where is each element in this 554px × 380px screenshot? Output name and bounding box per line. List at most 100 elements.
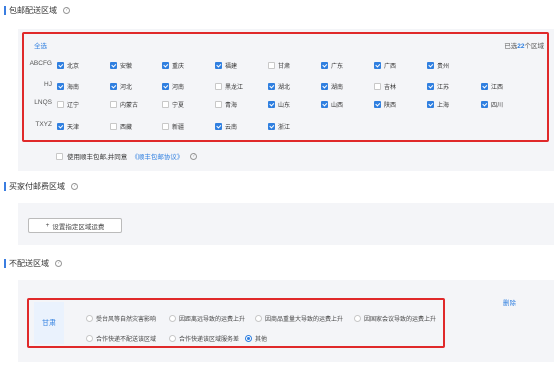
region-option[interactable]: 重庆 <box>162 61 184 70</box>
region-option[interactable]: 陕西 <box>374 100 396 109</box>
region-checkbox[interactable] <box>57 101 64 108</box>
reason-radio[interactable] <box>169 315 176 322</box>
region-option[interactable]: 贵州 <box>427 61 449 70</box>
region-checkbox[interactable] <box>57 62 64 69</box>
region-checkbox[interactable] <box>215 101 222 108</box>
region-checkbox[interactable] <box>427 83 434 90</box>
reason-option[interactable]: 合作快递该区域服务差 <box>169 334 239 343</box>
region-option[interactable]: 江苏 <box>427 82 449 91</box>
no-shipping-title-text: 不配送区域 <box>9 259 49 268</box>
region-checkbox[interactable] <box>268 83 275 90</box>
help-icon[interactable]: ? <box>63 7 70 14</box>
region-option[interactable]: 黑龙江 <box>215 82 243 91</box>
reason-option[interactable]: 受台风等自然灾害影响 <box>86 314 156 323</box>
region-option[interactable]: 浙江 <box>268 122 290 131</box>
section-marker <box>4 259 6 268</box>
region-checkbox[interactable] <box>268 62 275 69</box>
region-option[interactable]: 宁夏 <box>162 100 184 109</box>
region-checkbox[interactable] <box>374 101 381 108</box>
region-option[interactable]: 新疆 <box>162 122 184 131</box>
region-checkbox[interactable] <box>481 101 488 108</box>
region-checkbox[interactable] <box>162 62 169 69</box>
agreement-checkbox[interactable] <box>56 152 63 160</box>
select-all-link[interactable]: 全选 <box>34 40 47 50</box>
agreement-link[interactable]: 《顺丰包邮协议》 <box>131 151 183 161</box>
region-checkbox[interactable] <box>321 101 328 108</box>
reason-option[interactable]: 因国家会议导致的运费上升 <box>354 314 436 323</box>
reason-option[interactable]: 其他 <box>245 334 267 343</box>
region-name: 广西 <box>384 64 397 70</box>
region-option[interactable]: 广西 <box>374 61 396 70</box>
region-row-label: ABCFG <box>29 60 52 67</box>
help-icon[interactable]: ? <box>71 183 78 190</box>
region-checkbox[interactable] <box>215 83 222 90</box>
reason-option[interactable]: 因距离远导致的运费上升 <box>169 314 245 323</box>
set-region-fee-button[interactable]: + 设置指定区域运费 <box>28 218 122 233</box>
region-option[interactable]: 青海 <box>215 100 237 109</box>
reason-radio[interactable] <box>255 315 262 322</box>
region-option[interactable]: 天津 <box>57 122 79 131</box>
region-option[interactable]: 广东 <box>321 61 343 70</box>
region-checkbox[interactable] <box>481 83 488 90</box>
region-option[interactable]: 吉林 <box>374 82 396 91</box>
region-option[interactable]: 河北 <box>110 82 132 91</box>
delete-link[interactable]: 删除 <box>503 297 516 307</box>
region-checkbox[interactable] <box>162 123 169 130</box>
region-checkbox[interactable] <box>110 123 117 130</box>
region-checkbox[interactable] <box>427 101 434 108</box>
region-checkbox[interactable] <box>57 123 64 130</box>
reason-radio[interactable] <box>86 335 93 342</box>
reason-option[interactable]: 因商品重量大导致的运费上升 <box>255 314 343 323</box>
region-checkbox[interactable] <box>162 101 169 108</box>
section-marker <box>4 182 6 191</box>
region-option[interactable]: 西藏 <box>110 122 132 131</box>
region-option[interactable]: 山西 <box>321 100 343 109</box>
region-row-label: HJ <box>44 81 52 88</box>
region-checkbox[interactable] <box>374 62 381 69</box>
region-checkbox[interactable] <box>110 101 117 108</box>
region-name: 吉林 <box>384 85 397 91</box>
reason-label: 合作快递不配送该区域 <box>96 337 157 343</box>
region-option[interactable]: 湖北 <box>268 82 290 91</box>
region-option[interactable]: 福建 <box>215 61 237 70</box>
region-option[interactable]: 云南 <box>215 122 237 131</box>
region-name: 海南 <box>67 85 80 91</box>
region-option[interactable]: 湖南 <box>321 82 343 91</box>
region-option[interactable]: 河南 <box>162 82 184 91</box>
region-checkbox[interactable] <box>215 62 222 69</box>
reason-radio[interactable] <box>86 315 93 322</box>
region-option[interactable]: 辽宁 <box>57 100 79 109</box>
region-checkbox[interactable] <box>268 101 275 108</box>
reason-label: 因国家会议导致的运费上升 <box>364 317 437 323</box>
selected-count: 已选22个区域 <box>504 43 544 50</box>
region-checkbox[interactable] <box>162 83 169 90</box>
region-option[interactable]: 海南 <box>57 82 79 91</box>
no-shipping-title: 不配送区域 ? <box>4 258 62 269</box>
reason-option[interactable]: 合作快递不配送该区域 <box>86 334 156 343</box>
region-checkbox[interactable] <box>110 83 117 90</box>
region-checkbox[interactable] <box>427 62 434 69</box>
region-option[interactable]: 甘肃 <box>268 61 290 70</box>
region-option[interactable]: 内蒙古 <box>110 100 138 109</box>
region-checkbox[interactable] <box>57 83 64 90</box>
region-checkbox[interactable] <box>321 62 328 69</box>
reason-label: 其他 <box>255 337 268 343</box>
region-checkbox[interactable] <box>268 123 275 130</box>
region-option[interactable]: 安徽 <box>110 61 132 70</box>
region-name: 西藏 <box>120 125 133 131</box>
agreement-help-icon[interactable]: ? <box>190 152 198 160</box>
region-option[interactable]: 山东 <box>268 100 290 109</box>
region-option[interactable]: 江西 <box>481 82 503 91</box>
region-checkbox[interactable] <box>110 62 117 69</box>
region-checkbox[interactable] <box>215 123 222 130</box>
region-name: 江苏 <box>437 85 450 91</box>
region-option[interactable]: 北京 <box>57 61 79 70</box>
reason-radio[interactable] <box>169 335 176 342</box>
help-icon[interactable]: ? <box>55 260 62 267</box>
region-checkbox[interactable] <box>321 83 328 90</box>
reason-radio[interactable] <box>354 315 361 322</box>
region-option[interactable]: 四川 <box>481 100 503 109</box>
reason-radio[interactable] <box>245 335 252 342</box>
region-checkbox[interactable] <box>374 83 381 90</box>
region-option[interactable]: 上海 <box>427 100 449 109</box>
